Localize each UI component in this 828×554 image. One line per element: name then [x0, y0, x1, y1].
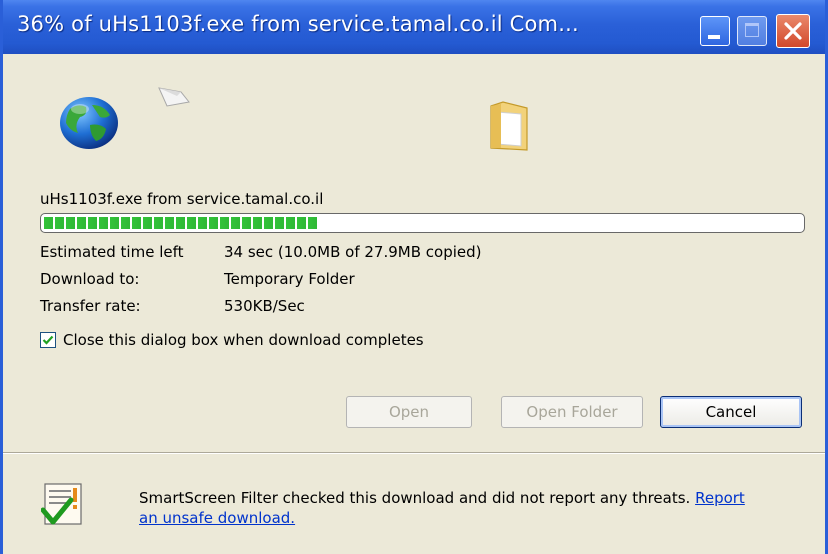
download-to-value: Temporary Folder	[224, 270, 355, 288]
shield-check-icon	[41, 483, 82, 525]
progress-fill	[44, 217, 317, 229]
smartscreen-text: SmartScreen Filter checked this download…	[139, 489, 691, 507]
download-progress-bar	[40, 213, 805, 233]
minimize-icon	[708, 35, 720, 39]
folder-icon	[490, 101, 528, 151]
open-folder-button[interactable]: Open Folder	[501, 396, 643, 428]
download-dialog: 36% of uHs1103f.exe from service.tamal.c…	[0, 0, 828, 554]
transfer-rate-label: Transfer rate:	[40, 297, 141, 315]
download-to-label: Download to:	[40, 270, 140, 288]
estimated-time-value: 34 sec (10.0MB of 27.9MB copied)	[224, 243, 482, 261]
close-when-done-label[interactable]: Close this dialog box when download comp…	[63, 331, 424, 349]
close-when-done-checkbox[interactable]	[40, 332, 56, 348]
estimated-time-label: Estimated time left	[40, 243, 184, 261]
paper-icon	[158, 87, 190, 107]
file-source-label: uHs1103f.exe from service.tamal.co.il	[40, 190, 324, 208]
section-divider	[3, 452, 825, 454]
close-icon	[784, 22, 802, 40]
cancel-button[interactable]: Cancel	[660, 396, 802, 428]
open-button[interactable]: Open	[346, 396, 472, 428]
transfer-rate-value: 530KB/Sec	[224, 297, 305, 315]
minimize-button[interactable]	[700, 16, 730, 46]
checkmark-icon	[42, 335, 54, 345]
maximize-icon	[745, 23, 759, 37]
close-button[interactable]	[776, 14, 810, 48]
smartscreen-message: SmartScreen Filter checked this download…	[139, 488, 759, 528]
maximize-button[interactable]	[737, 16, 767, 46]
title-bar[interactable]: 36% of uHs1103f.exe from service.tamal.c…	[3, 0, 825, 54]
globe-icon	[60, 97, 118, 149]
window-title: 36% of uHs1103f.exe from service.tamal.c…	[17, 12, 579, 36]
